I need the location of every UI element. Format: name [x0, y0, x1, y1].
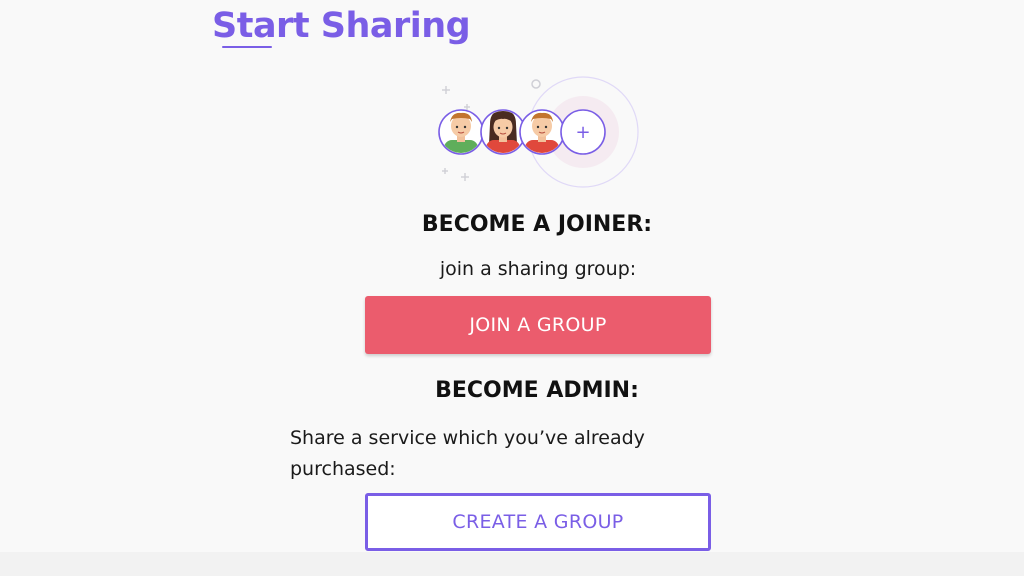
avatar-girl-red-icon [480, 109, 526, 155]
add-member-icon: + [560, 109, 606, 155]
group-illustration: + [438, 76, 639, 188]
admin-heading: BECOME ADMIN: [435, 378, 639, 403]
join-group-button[interactable]: JOIN A GROUP [365, 296, 711, 354]
bottom-strip [0, 552, 1024, 576]
joiner-subtitle: join a sharing group: [439, 258, 637, 280]
admin-subtitle: Share a service which you’ve already pur… [290, 427, 645, 480]
start-sharing-page: Start Sharing + BECOME A JOINER: join a … [0, 0, 1024, 576]
plus-symbol: + [575, 122, 590, 143]
title-underline [222, 46, 272, 48]
joiner-heading: BECOME A JOINER: [421, 212, 653, 237]
avatar-boy-green-icon [438, 109, 484, 155]
page-title: Start Sharing [212, 6, 471, 46]
small-ring-decoration [531, 79, 541, 89]
create-group-button[interactable]: CREATE A GROUP [365, 493, 711, 551]
